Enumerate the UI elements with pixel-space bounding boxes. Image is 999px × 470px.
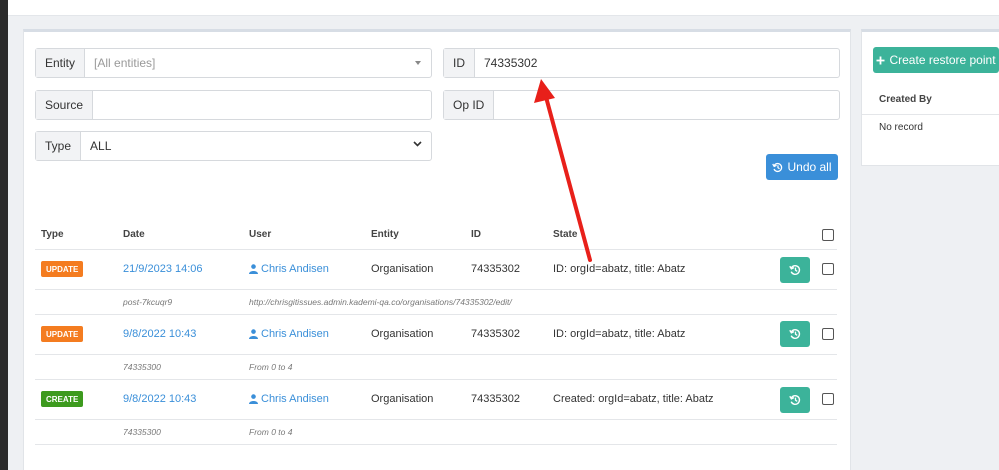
plus-icon — [876, 56, 885, 64]
col-state-header: State — [553, 229, 578, 240]
user-icon — [249, 394, 258, 404]
entity-filter[interactable]: Entity [All entities] — [35, 48, 432, 78]
restore-button[interactable] — [780, 257, 810, 283]
op-id-label: Op ID — [444, 91, 495, 119]
op-id-filter[interactable]: Op ID — [443, 90, 840, 120]
header-divider — [862, 114, 999, 115]
user-icon — [249, 264, 258, 274]
undo-all-label: Undo all — [787, 160, 832, 174]
id-cell: 74335302 — [471, 328, 520, 340]
state-cell: ID: orgId=abatz, title: Abatz — [553, 328, 686, 340]
restore-button[interactable] — [780, 387, 810, 413]
user-name: Chris Andisen — [261, 263, 329, 275]
type-badge: UPDATE — [41, 261, 84, 277]
id-cell: 74335302 — [471, 393, 520, 405]
user-icon — [249, 329, 258, 339]
id-filter[interactable]: ID 74335302 — [443, 48, 840, 78]
page: Entity [All entities] ID 74335302 Source… — [8, 0, 999, 470]
create-restore-point-label: Create restore point — [889, 53, 996, 67]
user-link[interactable]: Chris Andisen — [249, 328, 329, 340]
row-checkbox[interactable] — [822, 328, 834, 340]
entity-select[interactable]: [All entities] — [85, 49, 431, 77]
header-divider — [35, 249, 837, 250]
row-checkbox[interactable] — [822, 263, 834, 275]
sub-detail: From 0 to 4 — [249, 362, 293, 372]
row-divider — [35, 314, 837, 315]
date-link[interactable]: 9/8/2022 10:43 — [123, 393, 196, 405]
col-entity-header: Entity — [371, 229, 399, 240]
state-cell: Created: orgId=abatz, title: Abatz — [553, 393, 714, 405]
id-cell: 74335302 — [471, 263, 520, 275]
sub-source: 74335300 — [123, 362, 161, 372]
col-id-header: ID — [471, 229, 481, 240]
type-badge: UPDATE — [41, 326, 84, 342]
history-icon — [772, 162, 783, 172]
sub-detail: http://chrisgitissues.admin.kademi-qa.co… — [249, 297, 512, 307]
date-link[interactable]: 21/9/2023 14:06 — [123, 263, 203, 275]
history-icon — [789, 395, 801, 405]
col-date-header: Date — [123, 229, 145, 240]
user-link[interactable]: Chris Andisen — [249, 263, 329, 275]
col-user-header: User — [249, 229, 272, 240]
empty-state: No record — [879, 122, 923, 133]
sub-source: post-7kcuqr9 — [123, 297, 173, 307]
sub-detail: From 0 to 4 — [249, 427, 293, 437]
entity-placeholder: [All entities] — [94, 56, 156, 70]
type-label: Type — [36, 132, 82, 160]
caret-down-icon — [415, 61, 421, 65]
type-value: ALL — [90, 139, 112, 153]
sub-source: 74335300 — [123, 427, 161, 437]
row-divider — [35, 289, 837, 290]
entity-cell: Organisation — [371, 393, 434, 405]
row-divider — [35, 354, 837, 355]
date-link[interactable]: 9/8/2022 10:43 — [123, 328, 196, 340]
source-input[interactable] — [93, 91, 431, 119]
create-restore-point-button[interactable]: Create restore point — [873, 47, 999, 73]
chevron-down-icon — [413, 141, 422, 147]
col-type-header: Type — [41, 229, 64, 240]
user-link[interactable]: Chris Andisen — [249, 393, 329, 405]
user-name: Chris Andisen — [261, 328, 329, 340]
select-all-checkbox[interactable] — [822, 229, 834, 241]
state-cell: ID: orgId=abatz, title: Abatz — [553, 263, 686, 275]
id-label: ID — [444, 49, 475, 77]
entity-cell: Organisation — [371, 263, 434, 275]
type-select[interactable]: ALL — [81, 132, 431, 160]
source-filter[interactable]: Source — [35, 90, 432, 120]
type-badge: CREATE — [41, 391, 84, 407]
op-id-input[interactable] — [494, 91, 839, 119]
top-bar — [8, 0, 999, 16]
created-by-header: Created By — [879, 94, 932, 105]
undo-all-button[interactable]: Undo all — [766, 154, 838, 180]
entity-label: Entity — [36, 49, 86, 77]
history-icon — [789, 329, 801, 339]
id-input[interactable]: 74335302 — [475, 49, 839, 77]
type-filter[interactable]: Type ALL — [35, 131, 432, 161]
entity-cell: Organisation — [371, 328, 434, 340]
restore-button[interactable] — [780, 321, 810, 347]
row-checkbox[interactable] — [822, 393, 834, 405]
row-divider — [35, 379, 837, 380]
row-divider — [35, 444, 837, 445]
row-divider — [35, 419, 837, 420]
source-label: Source — [36, 91, 94, 119]
history-icon — [789, 265, 801, 275]
user-name: Chris Andisen — [261, 393, 329, 405]
